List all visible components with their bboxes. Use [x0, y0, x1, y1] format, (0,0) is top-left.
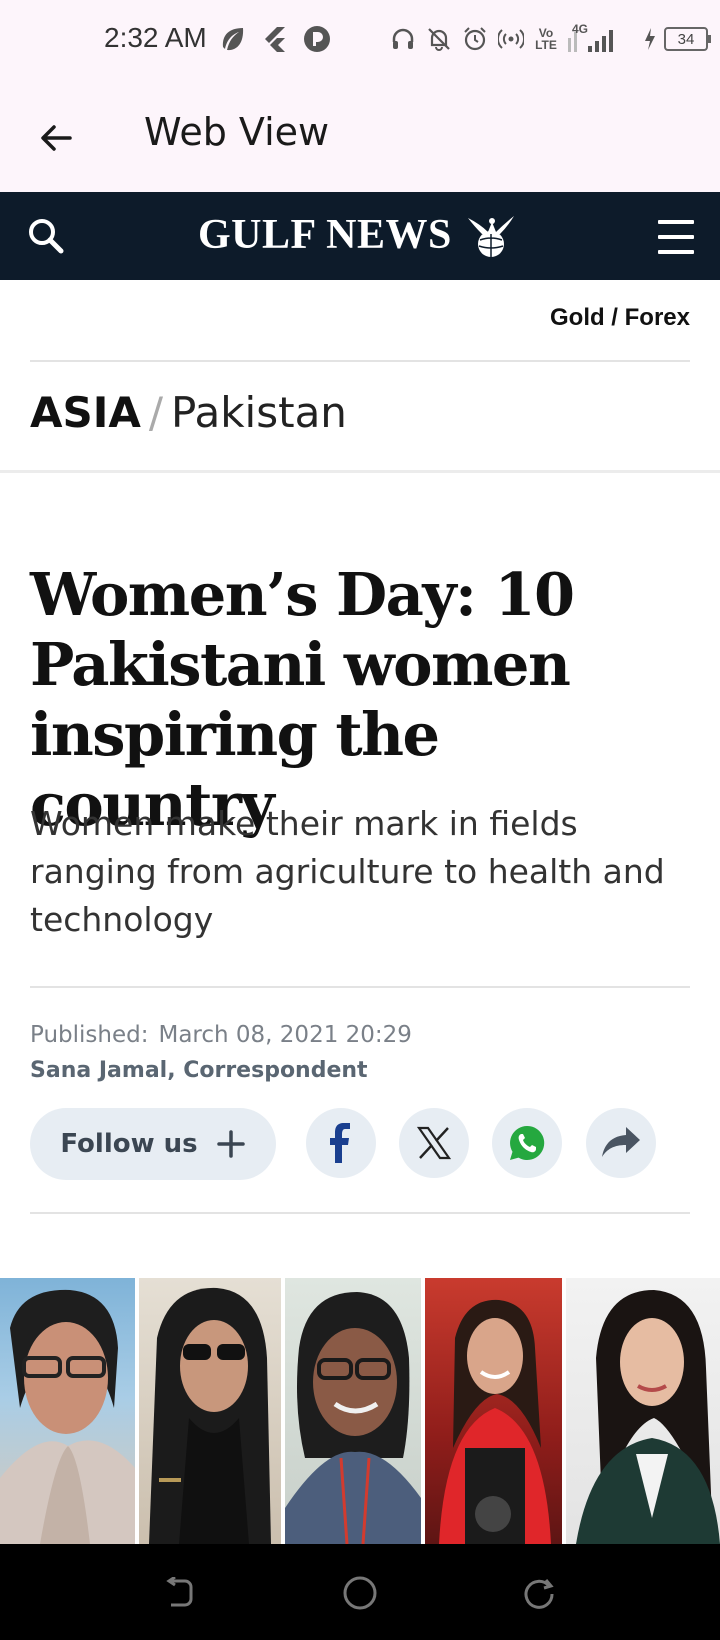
- portrait-2: [139, 1278, 281, 1544]
- flutter-icon: [260, 22, 290, 56]
- article-headline: Women’s Day: 10 Pakistani women inspirin…: [30, 560, 575, 839]
- app-bar: Web View: [0, 80, 720, 192]
- headphones-icon: [388, 22, 418, 56]
- article-subhead: Women make their mark in fields ranging …: [30, 804, 665, 939]
- battery-icon: 34: [664, 27, 711, 51]
- follow-us-label: Follow us: [60, 1129, 198, 1159]
- status-left-icons: [218, 22, 332, 56]
- whatsapp-share-button[interactable]: [492, 1108, 562, 1178]
- share-button[interactable]: [586, 1108, 656, 1178]
- status-bar: 2:32 AM Vo LTE 4G 34: [0, 0, 720, 80]
- x-twitter-icon: [417, 1126, 451, 1160]
- portrait-5: [566, 1278, 720, 1544]
- status-time: 2:32 AM: [104, 22, 207, 53]
- arrow-left-icon: [41, 125, 72, 151]
- system-nav-bar: [0, 1544, 720, 1640]
- site-logo[interactable]: GULF NEWS: [198, 210, 516, 260]
- portrait-3: [285, 1278, 421, 1544]
- portrait-4: [425, 1278, 562, 1544]
- back-gesture-icon: [166, 1577, 193, 1607]
- app-p-icon: [302, 22, 332, 56]
- back-button[interactable]: [30, 112, 82, 164]
- follow-us-button[interactable]: Follow us: [30, 1108, 276, 1180]
- published-label: Published:: [30, 1022, 149, 1048]
- battery-level: 34: [677, 30, 695, 48]
- article-hero-image[interactable]: [0, 1278, 720, 1544]
- divider: [30, 986, 690, 988]
- volte-label: Vo LTE: [535, 26, 557, 52]
- published-date: March 08, 2021 20:29: [158, 1022, 412, 1048]
- published-line: Published: March 08, 2021 20:29: [30, 1022, 412, 1048]
- plus-icon: [216, 1130, 245, 1158]
- section-secondary[interactable]: Pakistan: [171, 388, 347, 437]
- app-title: Web View: [144, 110, 330, 154]
- section-separator: /: [148, 388, 164, 437]
- site-header: GULF NEWS: [0, 192, 720, 280]
- site-logo-text: GULF NEWS: [198, 212, 452, 258]
- section-breadcrumb: ASIA / Pakistan: [30, 388, 347, 437]
- search-button[interactable]: [22, 212, 70, 260]
- charging-icon: [642, 22, 658, 56]
- network-type-label: 4G: [572, 22, 589, 36]
- hotspot-icon: [496, 22, 526, 56]
- section-primary[interactable]: ASIA: [30, 388, 141, 437]
- leaf-icon: [218, 22, 248, 56]
- recents-button[interactable]: [514, 1568, 564, 1618]
- x-share-button[interactable]: [399, 1108, 469, 1178]
- search-icon: [29, 219, 64, 254]
- volte-icon: Vo LTE: [532, 22, 560, 56]
- back-gesture-button[interactable]: [154, 1568, 204, 1618]
- home-circle-icon: [343, 1576, 377, 1610]
- divider: [30, 360, 690, 362]
- whatsapp-icon: [510, 1125, 545, 1160]
- recents-icon: [524, 1579, 554, 1609]
- status-right-icons: Vo LTE 4G 34: [388, 22, 711, 56]
- bell-off-icon: [424, 22, 454, 56]
- facebook-icon: [330, 1123, 350, 1163]
- gold-forex-link[interactable]: Gold / Forex: [550, 304, 690, 332]
- share-arrow-icon: [602, 1127, 640, 1157]
- divider: [0, 470, 720, 473]
- divider: [30, 1212, 690, 1214]
- author-byline[interactable]: Sana Jamal, Correspondent: [30, 1058, 368, 1083]
- eagle-globe-icon: [467, 216, 514, 257]
- portrait-1: [0, 1278, 135, 1544]
- home-button[interactable]: [335, 1568, 385, 1618]
- alarm-icon: [460, 22, 490, 56]
- hamburger-menu-icon[interactable]: [650, 216, 702, 258]
- facebook-share-button[interactable]: [306, 1108, 376, 1178]
